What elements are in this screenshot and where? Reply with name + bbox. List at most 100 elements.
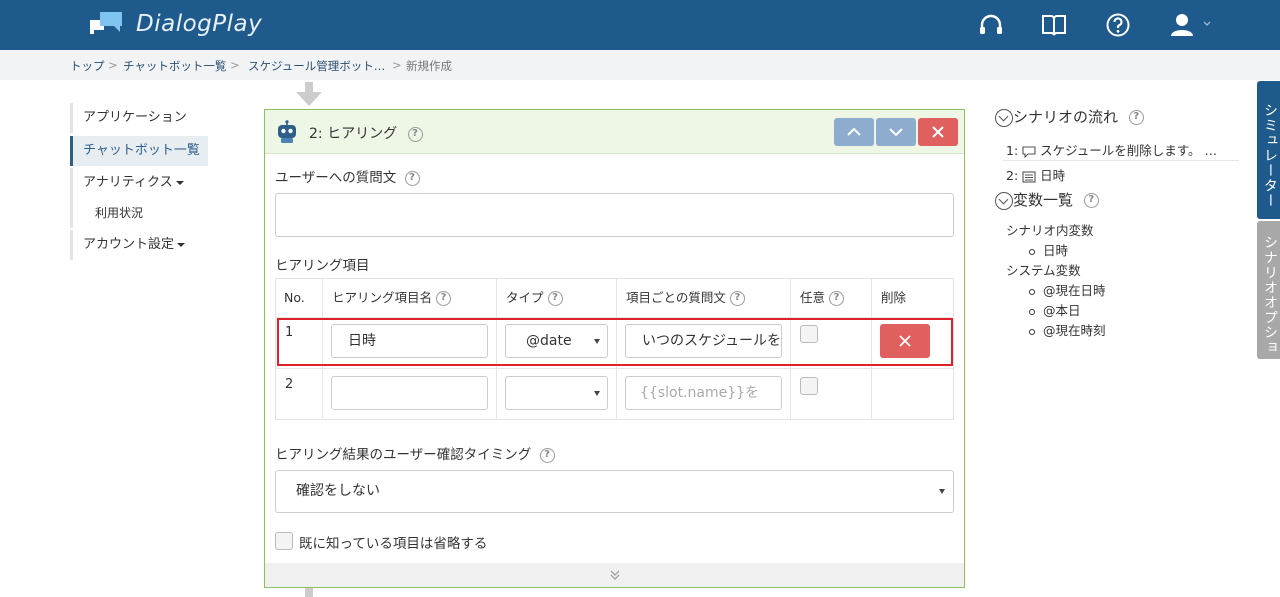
move-up-button[interactable] bbox=[834, 118, 874, 146]
column-header-label: 任意 bbox=[800, 290, 826, 305]
variable-group-label: シナリオ内変数 bbox=[1006, 223, 1094, 238]
nav-item-usage[interactable]: 利用状況 bbox=[70, 198, 208, 228]
breadcrumb-item-top[interactable]: トップ bbox=[70, 58, 105, 74]
help-icon[interactable]: ? bbox=[547, 291, 563, 306]
hearing-items-table: No. ヒアリング項目名 ? タイプ ? 項目ごとの質問文 ? 任意 ? 削除 … bbox=[275, 278, 954, 420]
bullet-icon bbox=[1029, 308, 1035, 315]
help-icon[interactable]: ? bbox=[1128, 110, 1144, 125]
scenario-step-text: スケジュールを削除します。 … bbox=[1040, 143, 1217, 158]
type-select[interactable]: @date bbox=[505, 324, 608, 358]
scenario-step-number: 2: bbox=[1006, 168, 1019, 183]
collapse-chevron-icon[interactable] bbox=[995, 191, 1013, 210]
type-select[interactable] bbox=[505, 376, 608, 410]
optional-checkbox[interactable] bbox=[800, 377, 818, 395]
column-header-question: 項目ごとの質問文 ? bbox=[626, 279, 745, 317]
bullet-icon bbox=[1029, 288, 1035, 295]
confirm-timing-select[interactable]: 確認をしない bbox=[275, 470, 954, 513]
book-icon[interactable] bbox=[1041, 12, 1067, 38]
breadcrumb-separator: > bbox=[108, 58, 118, 72]
column-divider bbox=[790, 279, 791, 419]
robot-icon bbox=[278, 120, 296, 143]
row-number: 2 bbox=[285, 377, 294, 392]
skip-known-checkbox[interactable] bbox=[275, 532, 293, 550]
variable-group-label: システム変数 bbox=[1006, 263, 1081, 278]
logo-icon[interactable] bbox=[88, 10, 124, 40]
help-icon[interactable]: ? bbox=[404, 170, 420, 186]
variables-title: 変数一覧 bbox=[1013, 191, 1074, 209]
optional-checkbox[interactable] bbox=[800, 325, 818, 343]
headset-icon[interactable] bbox=[978, 12, 1004, 38]
item-name-input[interactable] bbox=[331, 376, 488, 410]
bullet-icon bbox=[1029, 328, 1035, 335]
delete-step-button[interactable] bbox=[918, 118, 958, 146]
variable-item: @現在日時 bbox=[1029, 280, 1106, 299]
variable-item-text: 日時 bbox=[1043, 243, 1069, 258]
help-icon[interactable]: ? bbox=[829, 291, 844, 306]
help-icon[interactable]: ? bbox=[1083, 193, 1099, 208]
help-icon[interactable]: ? bbox=[539, 447, 555, 463]
caret-down-icon bbox=[594, 339, 600, 344]
item-question-input[interactable]: {{slot.name}}を bbox=[625, 376, 782, 410]
caret-down-icon bbox=[177, 242, 186, 247]
scenario-flow-title: シナリオの流れ bbox=[1013, 108, 1119, 126]
breadcrumb-item-bot[interactable]: スケジュール管理ボット… bbox=[248, 58, 385, 74]
column-header-label: 項目ごとの質問文 bbox=[626, 290, 726, 305]
move-down-button[interactable] bbox=[876, 118, 916, 146]
nav-item-applications[interactable]: アプリケーション bbox=[70, 103, 208, 133]
scenario-step-text: 日時 bbox=[1040, 168, 1066, 183]
variable-item-text: @現在日時 bbox=[1043, 283, 1106, 298]
speech-bubble-icon bbox=[1022, 145, 1036, 158]
confirm-timing-label: ヒアリング結果のユーザー確認タイミング ? bbox=[275, 443, 555, 463]
flow-connector bbox=[305, 588, 313, 597]
type-select-value: @date bbox=[526, 333, 572, 349]
variable-item: @現在時刻 bbox=[1029, 320, 1106, 339]
nav-item-analytics[interactable]: アナリティクス bbox=[70, 168, 208, 198]
hearing-step-panel: 2: ヒアリング ? ユーザーへの質問文 ? ヒアリング項目 No. ヒアリング… bbox=[264, 109, 965, 588]
item-name-input[interactable]: 日時 bbox=[331, 324, 488, 358]
double-chevron-down-icon bbox=[610, 570, 620, 580]
panel-title-text: 2: ヒアリング bbox=[309, 126, 398, 142]
caret-down-icon bbox=[175, 180, 184, 185]
user-icon[interactable] bbox=[1170, 12, 1214, 38]
variable-item: 日時 bbox=[1029, 240, 1068, 259]
breadcrumb-separator: > bbox=[230, 58, 240, 72]
help-icon[interactable] bbox=[1105, 12, 1131, 38]
confirm-timing-label-text: ヒアリング結果のユーザー確認タイミング bbox=[275, 447, 532, 463]
help-icon[interactable]: ? bbox=[729, 291, 745, 306]
skip-known-label[interactable]: 既に知っている項目は省略する bbox=[299, 532, 487, 552]
nav-item-account-settings[interactable]: アカウント設定 bbox=[70, 230, 208, 260]
column-header-optional: 任意 ? bbox=[800, 279, 844, 317]
row-number: 1 bbox=[285, 325, 294, 340]
form-icon bbox=[1022, 170, 1036, 183]
breadcrumb-separator: > bbox=[392, 58, 402, 72]
row-divider bbox=[276, 317, 953, 318]
item-question-input[interactable]: いつのスケジュールを削除しますか？ bbox=[625, 324, 782, 358]
scenario-flow-header[interactable]: シナリオの流れ ? bbox=[995, 106, 1144, 127]
variable-item-text: @本日 bbox=[1043, 303, 1081, 318]
scenario-step[interactable]: 1: スケジュールを削除します。 … bbox=[1006, 140, 1217, 159]
variables-header[interactable]: 変数一覧 ? bbox=[995, 189, 1099, 210]
tab-scenario-options[interactable]: シナリオオプション bbox=[1242, 221, 1280, 359]
panel-title: 2: ヒアリング ? bbox=[309, 123, 423, 143]
chevron-down-icon bbox=[889, 128, 903, 137]
expand-panel-bar[interactable] bbox=[265, 563, 964, 587]
app-brand[interactable]: DialogPlay bbox=[136, 11, 262, 37]
tab-simulator[interactable]: シミュレーター bbox=[1257, 81, 1280, 219]
close-icon bbox=[932, 126, 944, 138]
column-divider bbox=[871, 279, 872, 419]
variable-item-text: @現在時刻 bbox=[1043, 323, 1106, 338]
nav-item-chatbot-list[interactable]: チャットボット一覧 bbox=[70, 136, 208, 166]
question-label-text: ユーザーへの質問文 bbox=[275, 170, 397, 186]
row-divider bbox=[276, 368, 953, 369]
column-divider bbox=[616, 279, 617, 419]
delete-row-button[interactable] bbox=[880, 324, 930, 358]
close-icon bbox=[899, 335, 911, 347]
question-textarea[interactable] bbox=[275, 193, 954, 237]
scenario-step-number: 1: bbox=[1006, 143, 1019, 158]
scenario-step[interactable]: 2: 日時 bbox=[1006, 165, 1065, 184]
breadcrumb-item-chatbot-list[interactable]: チャットボット一覧 bbox=[123, 58, 226, 74]
column-header-type: タイプ ? bbox=[506, 279, 563, 317]
help-icon[interactable]: ? bbox=[436, 291, 451, 306]
help-icon[interactable]: ? bbox=[407, 126, 423, 142]
collapse-chevron-icon[interactable] bbox=[995, 108, 1013, 127]
